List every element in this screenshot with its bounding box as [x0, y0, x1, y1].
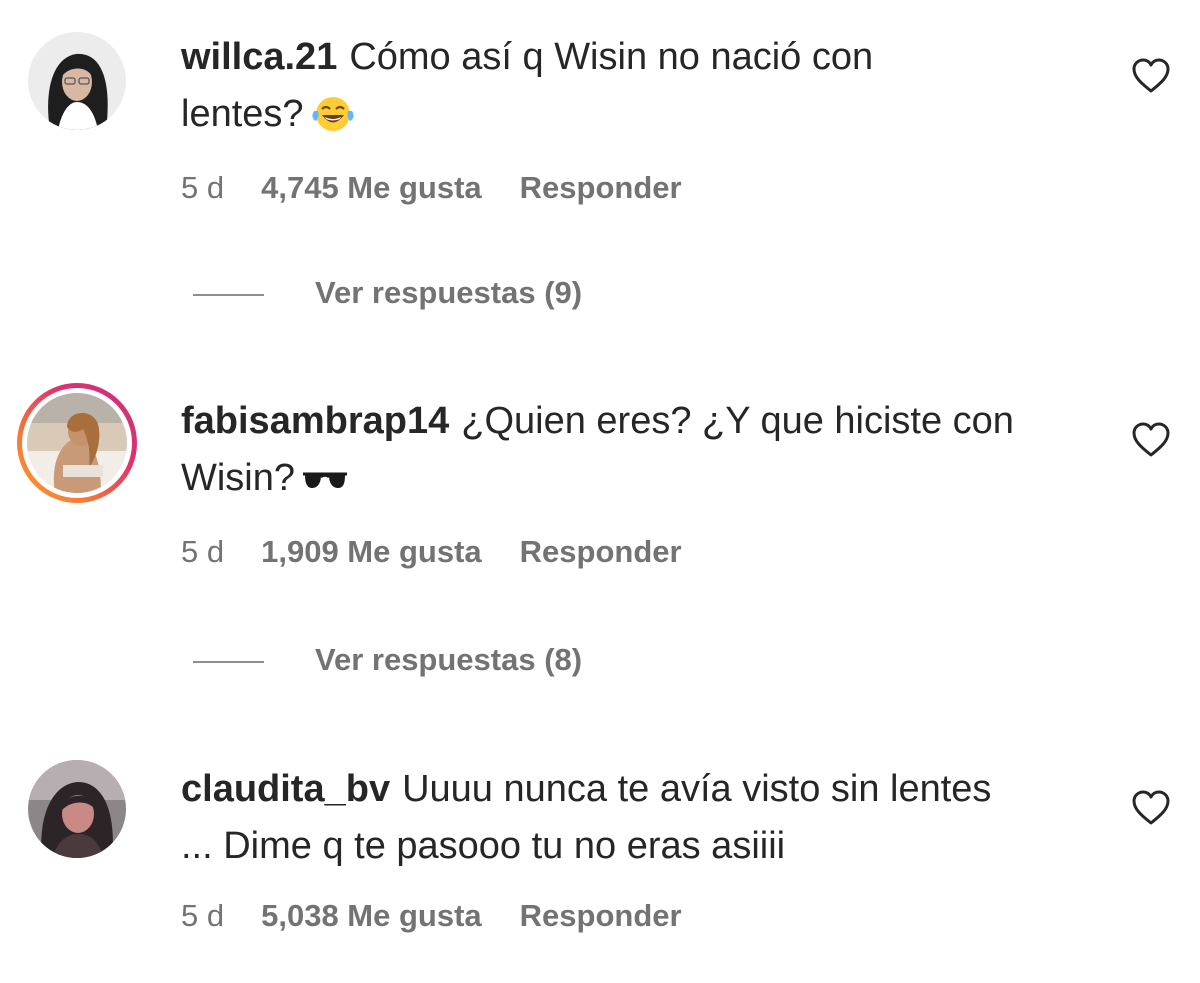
comment-body-line1: Uuuu nunca te avía visto sin lentes — [402, 768, 992, 810]
comment-body-line1: Cómo así q Wisin no nació con — [349, 36, 874, 78]
comment-username[interactable]: fabisambrap14 — [181, 400, 449, 442]
comment-body-line1: ¿Quien eres? ¿Y que hiciste con — [461, 400, 1014, 442]
avatar[interactable] — [28, 760, 126, 858]
reply-button[interactable]: Responder — [520, 170, 682, 205]
avatar — [27, 393, 127, 493]
comment-meta: 5 d 1,909 Me gusta Responder — [181, 534, 682, 570]
comment-age: 5 d — [181, 170, 225, 205]
likes-count-link[interactable]: 5,038 Me gusta — [261, 898, 482, 933]
avatar[interactable] — [28, 32, 126, 130]
view-replies-button[interactable]: Ver respuestas (9) — [193, 275, 582, 311]
comment-body-line2: lentes? — [181, 93, 304, 135]
comment-text: willca.21 Cómo así q Wisin no nació con l… — [181, 29, 1101, 151]
view-replies-label: Ver respuestas (8) — [315, 642, 583, 677]
comment-text: claudita_bv Uuuu nunca te avía visto sin … — [181, 761, 1101, 875]
avatar-ring-gap — [22, 388, 132, 498]
likes-count-link[interactable]: 1,909 Me gusta — [261, 534, 482, 569]
reply-button[interactable]: Responder — [520, 534, 682, 569]
comment-body-line2: ... Dime q te pasooo tu no eras asiiii — [181, 825, 786, 867]
reply-button[interactable]: Responder — [520, 898, 682, 933]
comment-meta: 5 d 5,038 Me gusta Responder — [181, 898, 682, 934]
laughing-tears-emoji-icon — [310, 94, 356, 151]
comment-age: 5 d — [181, 534, 225, 569]
heart-outline-icon[interactable] — [1131, 422, 1171, 458]
view-replies-label: Ver respuestas (9) — [315, 275, 583, 310]
comment-username[interactable]: claudita_bv — [181, 768, 390, 810]
comment-username[interactable]: willca.21 — [181, 36, 337, 78]
replies-divider — [193, 660, 264, 663]
replies-divider — [193, 293, 264, 296]
heart-outline-icon[interactable] — [1131, 790, 1171, 826]
comment-body-line2: Wisin? — [181, 457, 296, 499]
comment-age: 5 d — [181, 898, 225, 933]
sunglasses-emoji-icon — [301, 452, 349, 509]
view-replies-button[interactable]: Ver respuestas (8) — [193, 642, 582, 678]
heart-outline-icon[interactable] — [1131, 58, 1171, 94]
comment-text: fabisambrap14 ¿Quien eres? ¿Y que hiciste… — [181, 393, 1101, 509]
comment-meta: 5 d 4,745 Me gusta Responder — [181, 170, 682, 206]
avatar-story-ring[interactable] — [17, 383, 137, 503]
likes-count-link[interactable]: 4,745 Me gusta — [261, 170, 482, 205]
